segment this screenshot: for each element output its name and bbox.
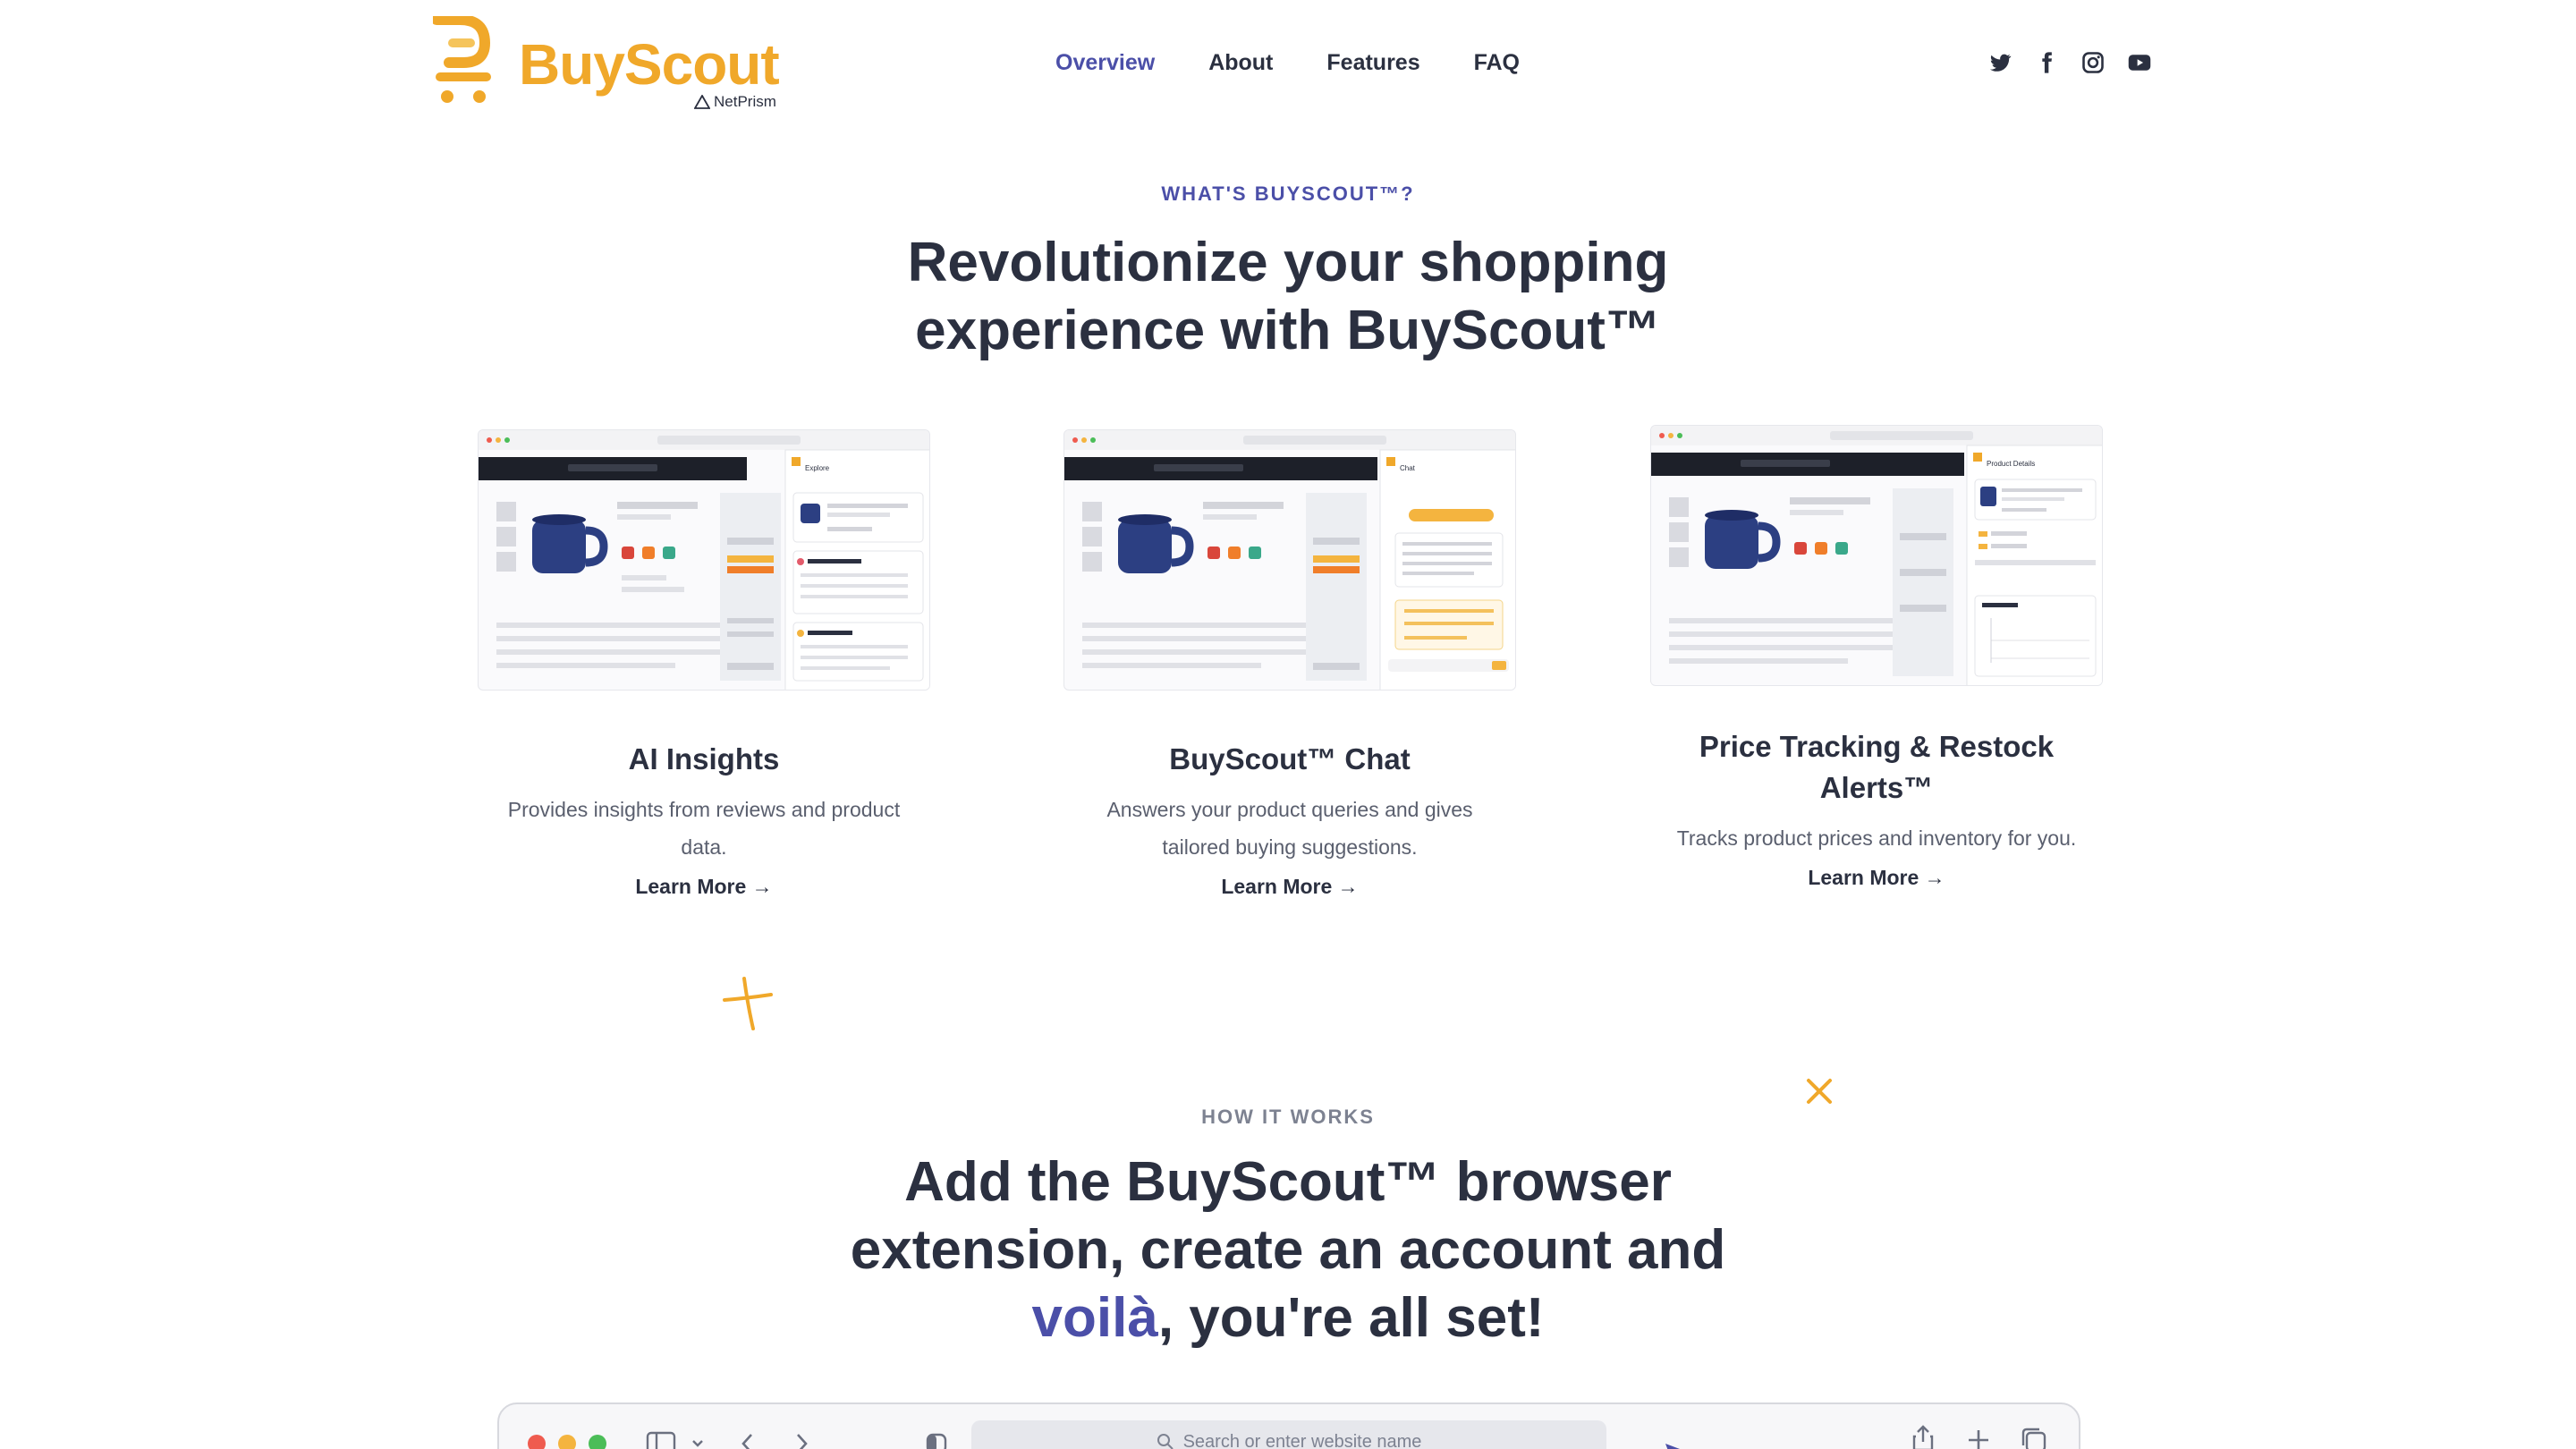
privacy-shield-icon xyxy=(926,1433,947,1449)
nav-features[interactable]: Features xyxy=(1326,50,1419,76)
how-headline-line3: voilà, you're all set! xyxy=(0,1284,2576,1352)
how-eyebrow: HOW IT WORKS xyxy=(1201,1106,1375,1128)
feature-cards: Explore AI Insights Provides insights fr… xyxy=(0,425,2576,930)
intro-headline-line1: Revolutionize your shopping xyxy=(907,232,1669,293)
browser-mockup-illustration: Explore xyxy=(479,430,929,690)
cart-logo-icon xyxy=(433,16,491,103)
feature-card-chat: Chat BuyScout™ Chat Answers your product… xyxy=(1057,429,1522,899)
logo-byline-text: NetPrism xyxy=(714,93,776,110)
buyscout-logo[interactable]: BuyScout NetPrism xyxy=(433,16,791,114)
sparkle-cross-icon xyxy=(723,977,773,1030)
feature-screenshot: Explore xyxy=(478,429,930,691)
intro-eyebrow: WHAT'S BUYSCOUT™? xyxy=(1161,182,1415,205)
tabs-overview-icon xyxy=(2021,1428,2046,1449)
address-bar-placeholder: Search or enter website name xyxy=(1182,1431,1422,1449)
back-icon xyxy=(741,1434,752,1449)
nav-about[interactable]: About xyxy=(1208,50,1273,76)
window-close-icon xyxy=(528,1435,546,1449)
nav-overview[interactable]: Overview xyxy=(1055,50,1155,76)
panel-title: Product Details xyxy=(1987,460,2035,468)
netprism-triangle-icon xyxy=(694,95,710,109)
panel-title: Explore xyxy=(805,464,830,472)
twitter-icon[interactable] xyxy=(1987,50,2012,75)
search-icon xyxy=(1157,1434,1174,1449)
window-zoom-icon xyxy=(589,1435,606,1449)
social-links xyxy=(1987,50,2152,75)
facebook-icon[interactable] xyxy=(2034,50,2059,75)
feature-description: Provides insights from reviews and produ… xyxy=(507,798,901,859)
browser-mockup-illustration: Product Details xyxy=(1651,426,2102,685)
cursor-icon xyxy=(1665,1444,1680,1449)
feature-title: AI Insights xyxy=(628,742,780,775)
share-icon xyxy=(1912,1425,1934,1449)
feature-description: Tracks product prices and inventory for … xyxy=(1676,826,2077,850)
main-nav: Overview About Features FAQ xyxy=(1055,50,1573,76)
sidebar-icon xyxy=(646,1431,676,1449)
learn-more-link[interactable]: Learn More → xyxy=(1221,875,1358,899)
how-headline-line1: Add the BuyScout™ browser xyxy=(904,1151,1672,1213)
learn-more-link[interactable]: Learn More → xyxy=(635,875,772,899)
address-bar[interactable]: Search or enter website name xyxy=(971,1420,1606,1449)
nav-faq[interactable]: FAQ xyxy=(1474,50,1520,76)
feature-screenshot: Chat xyxy=(1063,429,1516,691)
logo-wordmark: BuyScout xyxy=(519,32,780,97)
how-headline-line3-rest: , you're all set! xyxy=(1157,1287,1545,1349)
feature-description: Answers your product queries and gives t… xyxy=(1106,798,1473,859)
panel-title: Chat xyxy=(1400,464,1416,472)
chevron-down-icon xyxy=(692,1440,703,1447)
how-headline: Add the BuyScout™ browser extension, cre… xyxy=(0,1148,2576,1352)
youtube-icon[interactable] xyxy=(2127,50,2152,75)
how-accent-word: voilà xyxy=(1031,1287,1158,1349)
forward-icon xyxy=(797,1434,808,1449)
sparkle-x-icon xyxy=(1807,1079,1832,1104)
intro-headline-line2: experience with BuyScout™ xyxy=(915,300,1661,361)
logo-byline: NetPrism xyxy=(694,93,776,111)
feature-title: Price Tracking & Restock Alerts™ xyxy=(1699,730,2055,804)
feature-card-ai-insights: Explore AI Insights Provides insights fr… xyxy=(471,429,936,899)
learn-more-link[interactable]: Learn More → xyxy=(1808,866,1945,890)
feature-screenshot: Product Details xyxy=(1650,425,2103,686)
site-header: BuyScout NetPrism Overview About Feature… xyxy=(0,0,2576,134)
intro-headline: Revolutionize your shopping experience w… xyxy=(0,229,2576,365)
new-tab-plus-icon xyxy=(1969,1430,1988,1449)
window-minimize-icon xyxy=(558,1435,576,1449)
how-headline-line2: extension, create an account and xyxy=(850,1219,1726,1281)
browser-mockup: Search or enter website name xyxy=(497,1402,2080,1449)
instagram-icon[interactable] xyxy=(2080,50,2106,75)
browser-mockup-illustration: Chat xyxy=(1064,430,1515,690)
feature-card-price-tracking: Product Details Price Tracking & Restock… xyxy=(1644,425,2109,890)
feature-title: BuyScout™ Chat xyxy=(1169,742,1411,775)
